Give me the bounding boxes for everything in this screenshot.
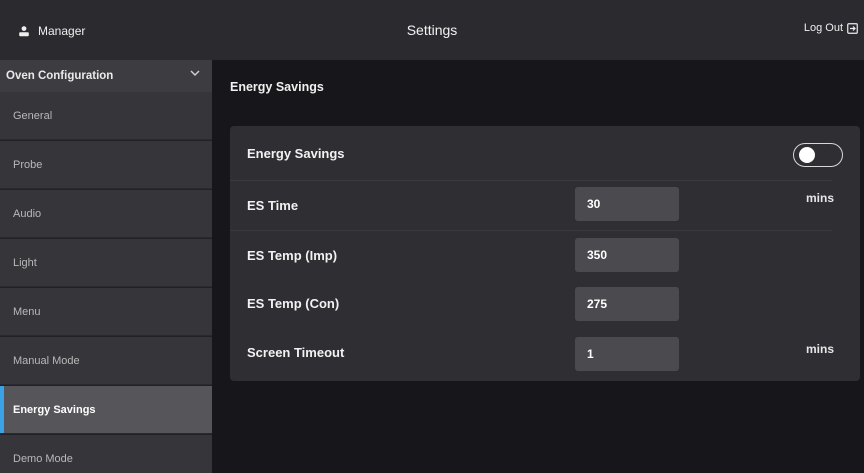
- sidebar-item-label: Energy Savings: [13, 403, 96, 416]
- es-time-unit: mins: [806, 191, 835, 205]
- es-time-row: ES Time 30 mins: [230, 181, 860, 231]
- sidebar-item-label: Audio: [13, 207, 42, 220]
- sidebar-section-label: Oven Configuration: [6, 70, 114, 82]
- sidebar-item-demo-mode[interactable]: Demo Mode: [0, 435, 212, 473]
- es-temp-imp-label: ES Temp (Imp): [247, 248, 338, 263]
- sidebar-item-label: General: [13, 109, 53, 122]
- section-title: Energy Savings: [230, 80, 324, 94]
- energy-savings-row: Energy Savings: [230, 126, 860, 181]
- sidebar-item-menu[interactable]: Menu: [0, 288, 212, 336]
- es-temp-imp-row: ES Temp (Imp) 350: [230, 231, 860, 279]
- page-title: Settings: [406, 22, 458, 38]
- sidebar: Oven Configuration General Probe Audio L…: [0, 60, 212, 473]
- sidebar-item-light[interactable]: Light: [0, 239, 212, 287]
- logout-box-icon: [847, 22, 858, 34]
- sidebar-item-manual-mode[interactable]: Manual Mode: [0, 337, 212, 385]
- es-time-label: ES Time: [247, 198, 299, 213]
- screen-timeout-unit: mins: [806, 342, 835, 356]
- toggle-knob: [799, 147, 815, 163]
- logout-label: Log Out: [803, 22, 843, 34]
- screen-timeout-row: Screen Timeout 1 mins: [230, 327, 860, 381]
- es-temp-imp-input[interactable]: 350: [575, 238, 679, 272]
- sidebar-item-label: Menu: [13, 305, 41, 318]
- energy-savings-toggle[interactable]: [793, 143, 843, 167]
- chevron-down-icon: [190, 69, 200, 77]
- top-bar: Manager Settings Log Out: [0, 0, 864, 60]
- sidebar-section-oven-configuration[interactable]: Oven Configuration: [0, 60, 212, 92]
- sidebar-item-audio[interactable]: Audio: [0, 190, 212, 238]
- sidebar-item-probe[interactable]: Probe: [0, 141, 212, 189]
- screen-timeout-label: Screen Timeout: [247, 345, 345, 360]
- energy-savings-label: Energy Savings: [247, 146, 345, 161]
- es-temp-con-input[interactable]: 275: [575, 287, 679, 321]
- sidebar-item-energy-savings[interactable]: Energy Savings: [0, 386, 212, 434]
- sidebar-item-label: Manual Mode: [13, 354, 80, 367]
- settings-card: Energy Savings ES Time 30 mins ES Temp (…: [230, 126, 860, 381]
- es-temp-con-label: ES Temp (Con): [247, 296, 340, 311]
- es-temp-con-row: ES Temp (Con) 275: [230, 279, 860, 327]
- screen-timeout-input[interactable]: 1: [575, 337, 679, 371]
- sidebar-item-general[interactable]: General: [0, 92, 212, 140]
- logout-button[interactable]: Log Out: [804, 22, 858, 34]
- sidebar-item-label: Light: [13, 256, 37, 269]
- es-time-input[interactable]: 30: [575, 187, 679, 221]
- sidebar-item-label: Demo Mode: [13, 452, 73, 465]
- sidebar-item-label: Probe: [13, 158, 43, 171]
